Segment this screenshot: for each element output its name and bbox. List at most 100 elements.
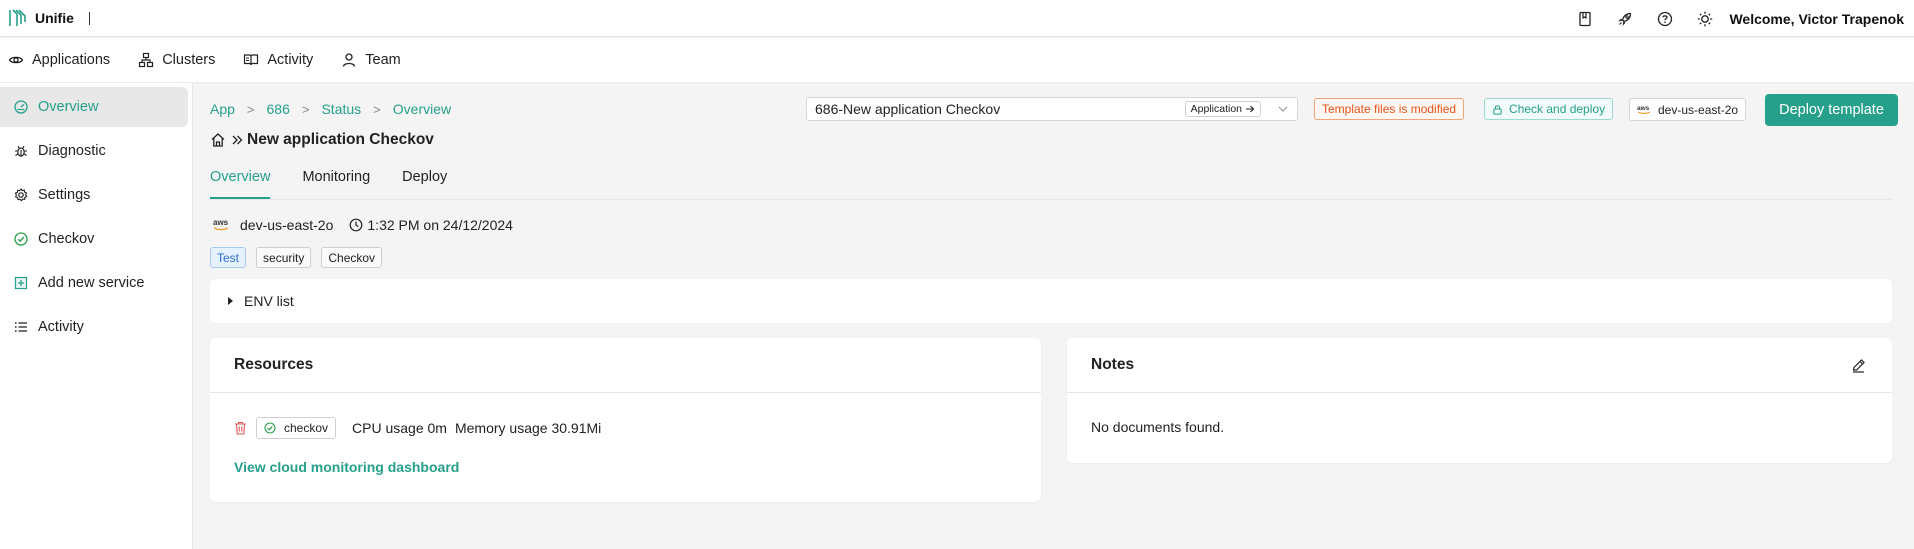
service-chip[interactable]: checkov xyxy=(256,417,337,439)
dashboard-icon xyxy=(14,100,28,114)
page-title: New application Checkov xyxy=(247,131,434,148)
book-icon[interactable] xyxy=(1565,0,1605,37)
eye-icon xyxy=(8,56,24,64)
brand[interactable]: Unifie xyxy=(0,8,90,28)
tab-overview[interactable]: Overview xyxy=(210,161,271,199)
unifie-logo-icon xyxy=(9,9,26,26)
breadcrumb-status[interactable]: Status xyxy=(321,101,361,117)
sidebar-item-settings[interactable]: Settings xyxy=(0,175,188,215)
tabs-divider xyxy=(210,199,1892,200)
application-type-chip[interactable]: Application xyxy=(1184,101,1261,117)
application-type-label: Application xyxy=(1190,103,1242,115)
caret-right-icon xyxy=(228,297,233,305)
sidebar-item-label: Checkov xyxy=(38,231,95,247)
breadcrumb-overview[interactable]: Overview xyxy=(393,101,451,117)
template-modified-badge: Template files is modified xyxy=(1314,98,1465,120)
nav-applications-label: Applications xyxy=(32,52,111,68)
tab-bar: Overview Monitoring Deploy xyxy=(210,161,479,199)
sidebar-item-overview[interactable]: Overview xyxy=(0,87,188,127)
check-and-deploy-button[interactable]: Check and deploy xyxy=(1484,98,1614,120)
lock-icon xyxy=(1493,104,1502,115)
env-list-label: ENV list xyxy=(244,293,294,309)
sidebar-item-label: Diagnostic xyxy=(38,143,106,159)
resources-title: Resources xyxy=(210,338,1041,393)
rocket-icon[interactable] xyxy=(1605,0,1645,37)
region-chip[interactable]: aws dev-us-east-2o xyxy=(1629,98,1747,121)
main-content: App > 686 > Status > Overview 686-New ap… xyxy=(193,83,1914,549)
book-open-icon xyxy=(244,54,259,66)
trash-icon[interactable] xyxy=(234,421,247,435)
sidebar-item-add-new-service[interactable]: Add new service xyxy=(0,263,188,303)
help-icon[interactable] xyxy=(1645,0,1685,37)
breadcrumb-app[interactable]: App xyxy=(210,101,235,117)
plus-square-icon xyxy=(14,276,28,290)
cluster-name: dev-us-east-2o xyxy=(240,217,334,233)
memory-usage: Memory usage 30.91Mi xyxy=(454,420,602,436)
resource-row: checkov CPU usage 0m Memory usage 30.91M… xyxy=(234,417,601,439)
sidebar-item-checkov[interactable]: Checkov xyxy=(0,219,188,259)
tag-list: Test security Checkov xyxy=(210,247,392,268)
tab-label: Deploy xyxy=(402,169,448,185)
home-icon[interactable] xyxy=(210,132,226,148)
nav-team[interactable]: Team xyxy=(341,52,401,68)
tab-monitoring[interactable]: Monitoring xyxy=(302,161,370,199)
sidebar: Overview Diagnostic Settings Checkov Add… xyxy=(0,83,193,549)
double-chevron-right-icon xyxy=(232,135,243,145)
brand-divider xyxy=(88,11,90,25)
gear-icon xyxy=(14,188,28,202)
env-list-collapsible[interactable]: ENV list xyxy=(210,279,1892,323)
chevron-down-icon[interactable] xyxy=(1277,103,1289,115)
sidebar-item-activity[interactable]: Activity xyxy=(0,307,188,347)
notes-title: Notes xyxy=(1067,338,1892,393)
nav-applications[interactable]: Applications xyxy=(8,52,110,68)
nav-clusters-label: Clusters xyxy=(162,52,216,68)
edit-icon[interactable] xyxy=(1851,358,1866,373)
tag-checkov[interactable]: Checkov xyxy=(321,247,383,268)
welcome-user[interactable]: Welcome, Victor Trapenok xyxy=(1729,11,1904,27)
nav-activity[interactable]: Activity xyxy=(243,52,313,68)
deploy-time: 1:32 PM on 24/12/2024 xyxy=(349,217,513,233)
sidebar-item-label: Activity xyxy=(38,319,84,335)
svg-text:aws: aws xyxy=(213,218,229,227)
nav-clusters[interactable]: Clusters xyxy=(138,52,215,68)
deploy-template-button[interactable]: Deploy template xyxy=(1765,94,1898,126)
check-circle-icon xyxy=(14,232,28,246)
deploy-time-label: 1:32 PM on 24/12/2024 xyxy=(367,217,513,233)
arrow-right-icon xyxy=(1246,105,1255,113)
sun-icon[interactable] xyxy=(1685,0,1725,37)
nav-activity-label: Activity xyxy=(267,52,314,68)
check-and-deploy-label: Check and deploy xyxy=(1509,102,1606,116)
tab-deploy[interactable]: Deploy xyxy=(402,161,447,199)
check-circle-icon xyxy=(264,422,276,434)
chevron-right-icon: > xyxy=(301,101,310,117)
tab-label: Overview xyxy=(210,169,271,185)
nav-team-label: Team xyxy=(365,52,401,68)
sidebar-item-diagnostic[interactable]: Diagnostic xyxy=(0,131,188,171)
breadcrumb-app-id[interactable]: 686 xyxy=(267,101,290,117)
sidebar-item-label: Overview xyxy=(38,99,99,115)
service-name: checkov xyxy=(284,421,329,435)
cloud-monitoring-link[interactable]: View cloud monitoring dashboard xyxy=(234,459,459,475)
resources-title-label: Resources xyxy=(234,356,314,373)
top-bar: Unifie Welcome, Victor Trapenok xyxy=(0,0,1914,37)
tag-test[interactable]: Test xyxy=(210,247,247,268)
chevron-right-icon: > xyxy=(246,101,255,117)
notes-card: Notes No documents found. xyxy=(1067,338,1892,463)
user-icon xyxy=(343,53,356,67)
sidebar-item-label: Settings xyxy=(38,187,91,203)
tab-label: Monitoring xyxy=(302,169,371,185)
aws-icon: aws xyxy=(213,218,229,231)
bug-icon xyxy=(15,145,27,157)
cluster-icon xyxy=(139,52,154,68)
tag-security[interactable]: security xyxy=(256,247,312,268)
page-header: New application Checkov xyxy=(210,131,434,149)
app-meta: aws dev-us-east-2o 1:32 PM on 24/12/2024 xyxy=(212,217,513,233)
brand-name: Unifie xyxy=(35,10,74,26)
breadcrumb: App > 686 > Status > Overview xyxy=(210,101,451,117)
sidebar-item-label: Add new service xyxy=(38,275,145,291)
deploy-template-label: Deploy template xyxy=(1779,102,1884,118)
application-select[interactable]: 686-New application Checkov Application xyxy=(806,97,1298,121)
template-modified-label: Template files is modified xyxy=(1322,102,1457,116)
cpu-usage: CPU usage 0m xyxy=(352,420,447,436)
aws-icon: aws xyxy=(1637,105,1651,115)
